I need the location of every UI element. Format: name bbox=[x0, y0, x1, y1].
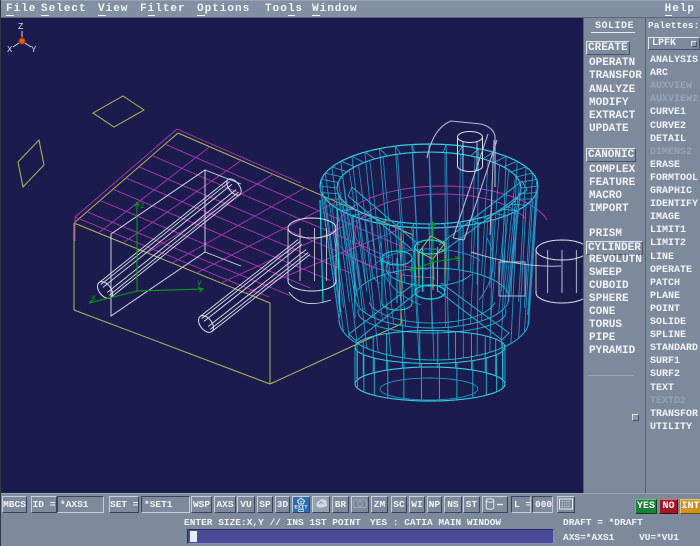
svg-text:x: x bbox=[91, 294, 96, 303]
svg-text:z: z bbox=[140, 202, 145, 211]
svg-text:Z: Z bbox=[18, 22, 24, 32]
svg-text:y: y bbox=[197, 279, 202, 288]
svg-text:Y: Y bbox=[31, 45, 37, 55]
svg-text:X: X bbox=[7, 45, 13, 55]
